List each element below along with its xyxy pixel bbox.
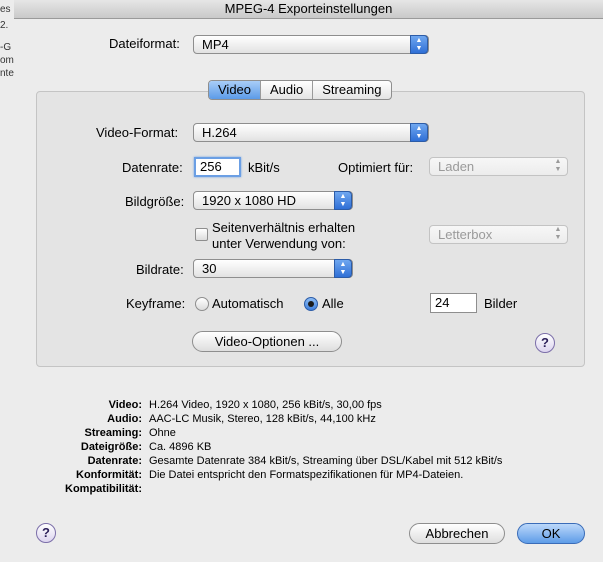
framerate-label: Bildrate: — [136, 262, 184, 277]
framerate-value: 30 — [202, 261, 217, 276]
summary-value: H.264 Video, 1920 x 1080, 256 kBit/s, 30… — [149, 399, 382, 411]
aspect-ratio-label-line2: unter Verwendung von: — [212, 236, 346, 251]
summary-key: Video: — [108, 399, 142, 411]
popup-arrows-icon: ▲ ▼ — [334, 191, 352, 210]
summary-row: Dateigröße: Ca. 4896 KB — [44, 440, 502, 454]
file-format-popup[interactable]: MP4 ▲ ▼ — [193, 35, 429, 54]
optimized-for-popup[interactable]: Laden ▲ ▼ — [429, 157, 568, 176]
video-format-value: H.264 — [202, 125, 237, 140]
popup-arrows-icon: ▲ ▼ — [410, 123, 428, 142]
settings-tabs: Video Audio Streaming — [208, 80, 392, 100]
ok-button[interactable]: OK — [517, 523, 585, 544]
optimized-for-value: Laden — [438, 159, 475, 174]
summary-value: Gesamte Datenrate 384 kBit/s, Streaming … — [149, 455, 503, 467]
help-button-video[interactable]: ? — [535, 333, 555, 353]
summary-value: Ohne — [149, 427, 176, 439]
tab-audio[interactable]: Audio — [261, 81, 314, 99]
video-format-popup[interactable]: H.264 ▲ ▼ — [193, 123, 429, 142]
video-format-label: Video-Format: — [96, 125, 179, 140]
background-text: 2. — [0, 20, 9, 31]
popup-arrows-icon: ▲ ▼ — [554, 226, 562, 241]
export-settings-sheet: Dateiformat: MP4 ▲ ▼ Video Audio Streamin… — [14, 19, 603, 562]
aspect-ratio-checkbox[interactable] — [195, 228, 208, 241]
background-window: es 2. -G om nte — [0, 0, 15, 562]
summary-row: Streaming: Ohne — [44, 426, 502, 440]
summary-row: Datenrate: Gesamte Datenrate 384 kBit/s, … — [44, 454, 503, 468]
file-format-label: Dateiformat: — [109, 36, 180, 51]
image-size-popup[interactable]: 1920 x 1080 HD ▲ ▼ — [193, 191, 353, 210]
export-summary: Video: H.264 Video, 1920 x 1080, 256 kBit… — [44, 398, 502, 496]
keyframe-auto-radio[interactable] — [195, 297, 209, 311]
summary-key: Kompatibilität: — [65, 483, 142, 495]
aspect-mode-popup[interactable]: Letterbox ▲ ▼ — [429, 225, 568, 244]
summary-key: Datenrate: — [87, 455, 142, 467]
summary-key: Konformität: — [76, 469, 142, 481]
optimized-for-label: Optimiert für: — [338, 160, 414, 175]
keyframe-label: Keyframe: — [126, 296, 186, 311]
summary-value: AAC-LC Musik, Stereo, 128 kBit/s, 44,100… — [149, 413, 376, 425]
summary-value: Die Datei entspricht den Formatspezifika… — [149, 469, 464, 481]
keyframe-all-label: Alle — [322, 296, 344, 311]
image-size-label: Bildgröße: — [125, 194, 185, 209]
background-text: es — [0, 4, 11, 15]
datarate-label: Datenrate: — [122, 160, 183, 175]
keyframe-auto-label: Automatisch — [212, 296, 284, 311]
background-text: nte — [0, 68, 14, 79]
summary-key: Streaming: — [84, 427, 142, 439]
aspect-ratio-label-line1: Seitenverhältnis erhalten — [212, 220, 356, 235]
background-text: -G — [0, 42, 12, 53]
popup-arrows-icon: ▲ ▼ — [554, 158, 562, 173]
summary-value: Ca. 4896 KB — [149, 441, 212, 453]
keyframe-all-radio[interactable] — [304, 297, 318, 311]
datarate-unit: kBit/s — [248, 160, 280, 175]
keyframe-interval-input[interactable]: 24 — [430, 293, 477, 313]
tab-streaming[interactable]: Streaming — [313, 81, 390, 99]
cancel-button[interactable]: Abbrechen — [409, 523, 505, 544]
summary-key: Audio: — [107, 413, 142, 425]
tab-video[interactable]: Video — [209, 81, 262, 99]
file-format-value: MP4 — [202, 37, 229, 52]
window-title: MPEG-4 Exporteinstellungen — [14, 0, 603, 19]
image-size-value: 1920 x 1080 HD — [202, 193, 296, 208]
aspect-mode-value: Letterbox — [438, 227, 493, 242]
summary-row: Audio: AAC-LC Musik, Stereo, 128 kBit/s, … — [44, 412, 502, 426]
framerate-popup[interactable]: 30 ▲ ▼ — [193, 259, 353, 278]
summary-row: Konformität: Die Datei entspricht den For… — [44, 468, 502, 482]
popup-arrows-icon: ▲ ▼ — [410, 35, 428, 54]
summary-row: Video: H.264 Video, 1920 x 1080, 256 kBit… — [44, 398, 502, 412]
summary-key: Dateigröße: — [80, 441, 142, 453]
help-button[interactable]: ? — [36, 523, 56, 543]
background-text: om — [0, 55, 14, 66]
popup-arrows-icon: ▲ ▼ — [334, 259, 352, 278]
video-options-button[interactable]: Video-Optionen ... — [192, 331, 342, 352]
summary-row: Kompatibilität: — [44, 482, 502, 496]
datarate-input[interactable]: 256 — [194, 157, 241, 177]
keyframe-unit: Bilder — [484, 296, 518, 311]
